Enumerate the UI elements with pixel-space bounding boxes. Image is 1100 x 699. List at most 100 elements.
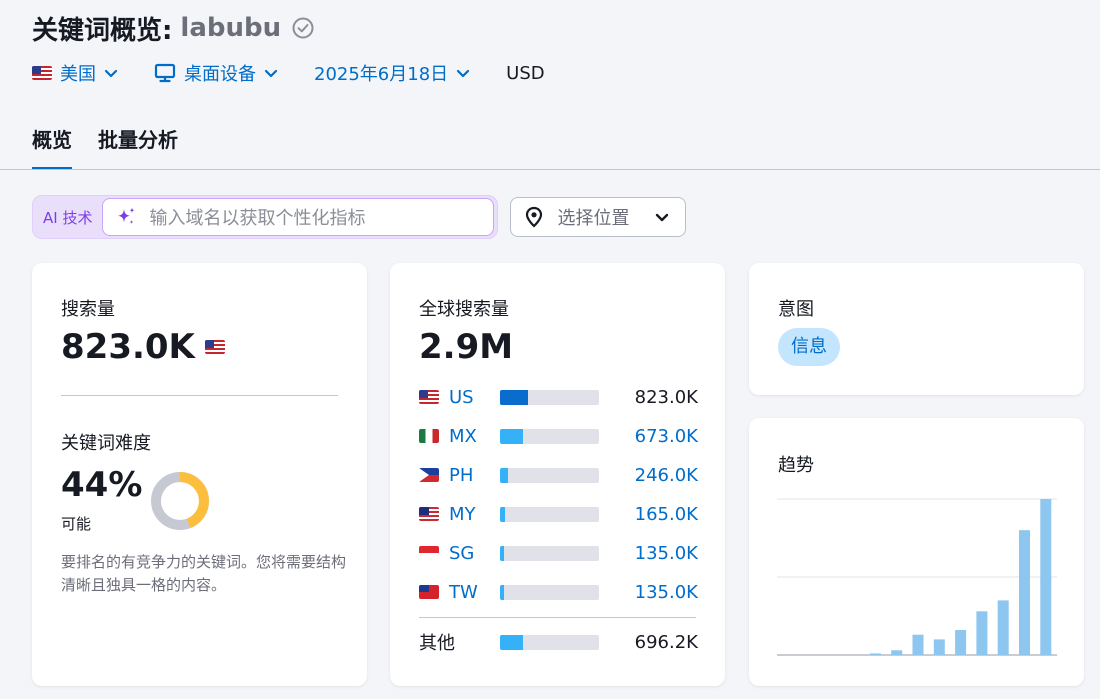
search-volume-value: 823.0K	[61, 327, 195, 367]
filter-bar: 美国 桌面设备 2025年6月18日 USD	[32, 58, 545, 88]
my-flag-icon	[419, 507, 439, 521]
global-volume-value: 2.9M	[419, 327, 514, 367]
other-volume: 696.2K	[634, 631, 698, 653]
keyword-difficulty-label: 关键词难度	[61, 433, 151, 454]
us-flag-icon	[32, 66, 52, 80]
global-volume-label: 全球搜索量	[419, 299, 509, 320]
location-label: 选择位置	[557, 208, 630, 229]
country-volume[interactable]: 673.0K	[635, 426, 698, 447]
country-row-sg[interactable]: SG 135.0K	[419, 541, 699, 565]
global-volume-card: 全球搜索量 2.9M US 823.0K MX 673.0K PH 246.0K…	[390, 263, 725, 686]
country-share-fill	[500, 545, 504, 561]
currency-label: USD	[506, 62, 545, 84]
ai-toolbar: AI 技术 输入域名以获取个性化指标 选择位置	[32, 195, 687, 239]
keyword-difficulty-value: 44%	[61, 465, 143, 505]
location-select[interactable]: 选择位置	[510, 197, 687, 237]
trend-bar[interactable]	[912, 634, 924, 655]
domain-input-placeholder: 输入域名以获取个性化指标	[149, 208, 366, 229]
country-row-tw[interactable]: TW 135.0K	[419, 580, 699, 604]
other-label: 其他	[419, 633, 455, 654]
chevron-down-icon	[656, 213, 669, 222]
difficulty-donut-chart	[151, 472, 209, 530]
keyword-difficulty-level: 可能	[61, 515, 92, 533]
country-code: TW	[449, 581, 478, 603]
country-share-fill	[500, 506, 505, 522]
country-share-fill	[500, 584, 504, 600]
page-header: 关键词概览: labubu 美国 桌面设备 2025年6月18日 USD 概览	[0, 0, 1100, 170]
country-row-ph[interactable]: PH 246.0K	[419, 463, 699, 487]
date-label: 2025年6月18日	[314, 64, 449, 85]
trend-label: 趋势	[778, 455, 814, 476]
intent-card: 意图 信息	[749, 263, 1084, 395]
trend-bar-chart	[777, 498, 1057, 656]
ph-flag-icon	[419, 468, 439, 482]
monitor-icon	[154, 63, 176, 83]
country-volume[interactable]: 246.0K	[635, 465, 698, 486]
tab-bulk-analysis[interactable]: 批量分析	[98, 124, 178, 170]
us-flag-icon	[419, 390, 439, 404]
country-code: PH	[449, 464, 474, 486]
trend-bar[interactable]	[997, 600, 1009, 655]
device-selector[interactable]: 桌面设备	[154, 60, 278, 86]
sparkle-icon	[118, 207, 135, 224]
chevron-down-icon	[457, 69, 470, 78]
country-share-bar	[500, 428, 599, 444]
country-share-fill	[500, 634, 523, 650]
country-share-fill	[500, 467, 508, 483]
country-share-fill	[500, 389, 528, 405]
trend-bar[interactable]	[1040, 499, 1052, 655]
card-divider	[61, 395, 338, 396]
trend-bar[interactable]	[891, 650, 903, 655]
country-code: MY	[449, 503, 476, 525]
date-selector[interactable]: 2025年6月18日	[314, 60, 470, 86]
country-code: MX	[449, 425, 477, 447]
trend-bar[interactable]	[933, 639, 945, 655]
tab-overview[interactable]: 概览	[32, 124, 72, 170]
sg-flag-icon	[419, 546, 439, 560]
country-share-bar	[500, 634, 599, 650]
country-row-other: 其他 696.2K	[419, 630, 699, 655]
mx-flag-icon	[419, 429, 439, 443]
search-volume-label: 搜索量	[61, 299, 115, 320]
country-volume[interactable]: 165.0K	[635, 504, 698, 525]
country-volume[interactable]: 135.0K	[635, 582, 698, 603]
intent-badge[interactable]: 信息	[778, 328, 840, 366]
country-code: US	[449, 386, 474, 408]
country-share-bar	[500, 467, 599, 483]
domain-input[interactable]: 输入域名以获取个性化指标	[102, 198, 495, 236]
country-volume: 823.0K	[634, 386, 698, 408]
trend-bar[interactable]	[1019, 530, 1030, 655]
card-divider	[419, 617, 696, 618]
ai-badge: AI 技术	[43, 208, 93, 227]
device-label: 桌面设备	[184, 64, 256, 85]
keyword-difficulty-description: 要排名的有竞争力的关键词。您将需要结构清晰且独具一格的内容。	[61, 553, 347, 594]
country-row-us[interactable]: US 823.0K	[419, 385, 699, 409]
verified-check-icon	[292, 17, 314, 39]
search-volume-value-row: 823.0K	[61, 327, 225, 367]
tabs-divider	[0, 169, 1100, 170]
us-flag-icon	[204, 340, 225, 354]
trend-bar[interactable]	[869, 653, 881, 655]
tw-flag-icon	[419, 585, 439, 599]
country-row-my[interactable]: MY 165.0K	[419, 502, 699, 526]
tab-bar: 概览 批量分析	[32, 124, 204, 170]
country-code: SG	[449, 542, 475, 564]
country-share-bar	[500, 584, 599, 600]
title-keyword: labubu	[180, 13, 282, 43]
title-prefix: 关键词概览:	[32, 15, 173, 46]
country-share-fill	[500, 428, 523, 444]
chevron-down-icon	[104, 69, 118, 78]
location-pin-icon	[526, 206, 543, 228]
country-label: 美国	[60, 64, 96, 85]
ai-domain-box: AI 技术 输入域名以获取个性化指标	[32, 195, 499, 239]
intent-label: 意图	[778, 299, 814, 320]
country-share-bar	[500, 545, 599, 561]
trend-bar[interactable]	[955, 630, 967, 655]
country-row-mx[interactable]: MX 673.0K	[419, 424, 699, 448]
trend-bar[interactable]	[976, 611, 988, 655]
trend-card: 趋势	[749, 418, 1084, 686]
country-selector[interactable]: 美国	[32, 60, 118, 86]
country-volume[interactable]: 135.0K	[635, 543, 698, 564]
search-volume-card: 搜索量 823.0K 关键词难度 44% 可能 要排名的有竞争力的关键词。您将需…	[32, 263, 367, 686]
country-share-bar	[500, 506, 599, 522]
